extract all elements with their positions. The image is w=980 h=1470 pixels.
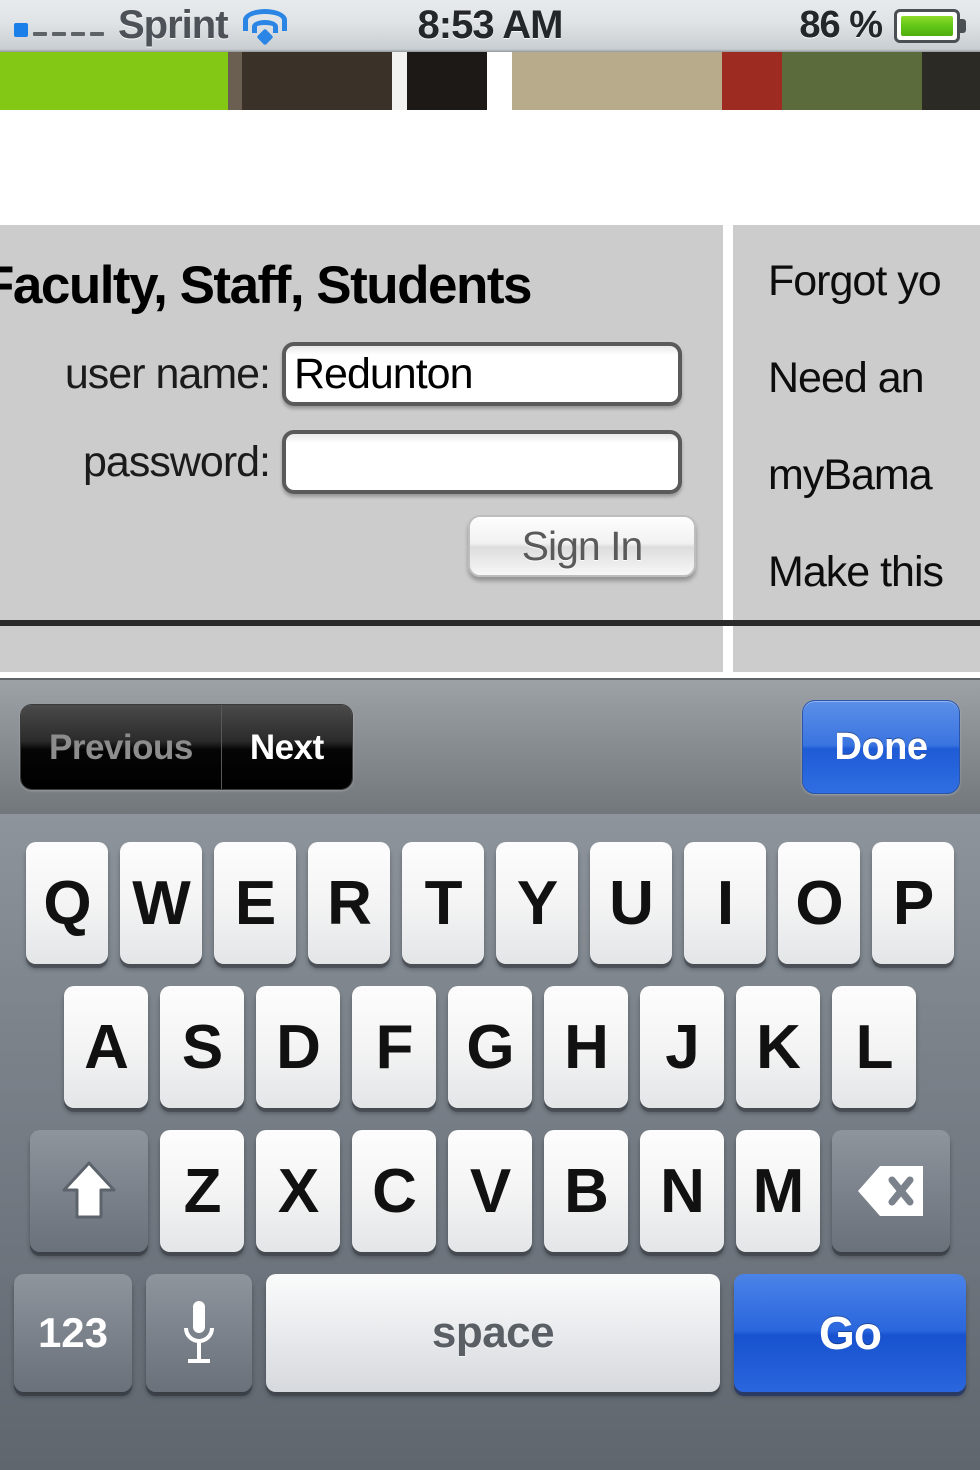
username-input[interactable]: Redunton — [282, 342, 682, 406]
go-key[interactable]: Go — [734, 1274, 966, 1392]
key-v[interactable]: V — [448, 1130, 532, 1252]
keyboard-row-4: 123 space Go — [0, 1274, 980, 1392]
banner-image-strip — [0, 52, 980, 110]
key-e[interactable]: E — [214, 842, 296, 964]
key-g[interactable]: G — [448, 986, 532, 1108]
keyboard-accessory-bar: Previous Next Done — [0, 678, 980, 814]
form-navigation-group: Previous Next — [20, 704, 353, 790]
key-y[interactable]: Y — [496, 842, 578, 964]
key-a[interactable]: A — [64, 986, 148, 1108]
battery-icon — [894, 9, 966, 43]
banner-photo-gap — [487, 52, 512, 110]
banner-photo-white — [392, 52, 407, 110]
keyboard-row-2: ASDFGHJKL — [0, 986, 980, 1108]
key-i[interactable]: I — [684, 842, 766, 964]
numbers-key[interactable]: 123 — [14, 1274, 132, 1392]
banner-green-block — [0, 52, 228, 110]
web-content-area[interactable]: Faculty, Staff, Students user name: Redu… — [0, 52, 980, 672]
web-content-bottom-border — [0, 620, 980, 626]
key-w[interactable]: W — [120, 842, 202, 964]
previous-field-button[interactable]: Previous — [21, 705, 221, 790]
letter-keys-row-3: ZXCVBNM — [160, 1130, 820, 1252]
key-k[interactable]: K — [736, 986, 820, 1108]
username-label: user name: — [0, 350, 282, 399]
key-o[interactable]: O — [778, 842, 860, 964]
space-key[interactable]: space — [266, 1274, 720, 1392]
key-h[interactable]: H — [544, 986, 628, 1108]
microphone-icon — [181, 1297, 217, 1369]
banner-photo-glasses — [242, 52, 392, 110]
banner-photo-red — [722, 52, 782, 110]
keyboard-row-1: QWERTYUIOP — [0, 842, 980, 964]
key-t[interactable]: T — [402, 842, 484, 964]
done-button[interactable]: Done — [802, 700, 960, 794]
banner-photo-desk — [228, 52, 242, 110]
shift-key[interactable] — [30, 1130, 148, 1252]
key-c[interactable]: C — [352, 1130, 436, 1252]
status-bar-right: 86 % — [799, 4, 966, 47]
onscreen-keyboard: QWERTYUIOP ASDFGHJKL ZXCVBNM 123 — [0, 814, 980, 1470]
backspace-key[interactable] — [832, 1130, 950, 1252]
link-need-account[interactable]: Need an — [768, 354, 980, 403]
key-d[interactable]: D — [256, 986, 340, 1108]
keyboard-row-3: ZXCVBNM — [0, 1130, 980, 1252]
backspace-icon — [856, 1163, 926, 1219]
key-l[interactable]: L — [832, 986, 916, 1108]
next-field-button[interactable]: Next — [222, 705, 352, 790]
link-make-this[interactable]: Make this — [768, 548, 980, 597]
help-links-panel: Forgot yo Need an myBama Make this — [733, 225, 980, 672]
banner-photo-green — [782, 52, 922, 110]
key-p[interactable]: P — [872, 842, 954, 964]
battery-percent-label: 86 % — [799, 4, 882, 47]
signin-button[interactable]: Sign In — [468, 515, 696, 577]
banner-photo-wall — [407, 52, 487, 110]
key-x[interactable]: X — [256, 1130, 340, 1252]
key-b[interactable]: B — [544, 1130, 628, 1252]
login-panel: Faculty, Staff, Students user name: Redu… — [0, 225, 723, 672]
key-r[interactable]: R — [308, 842, 390, 964]
banner-photo-tan — [512, 52, 722, 110]
dictation-key[interactable] — [146, 1274, 252, 1392]
signin-row: Sign In — [0, 515, 700, 577]
key-z[interactable]: Z — [160, 1130, 244, 1252]
panel-divider — [723, 225, 733, 672]
key-q[interactable]: Q — [26, 842, 108, 964]
key-n[interactable]: N — [640, 1130, 724, 1252]
key-s[interactable]: S — [160, 986, 244, 1108]
key-m[interactable]: M — [736, 1130, 820, 1252]
page-whitespace — [0, 110, 980, 225]
password-label: password: — [0, 438, 282, 487]
link-mybama[interactable]: myBama — [768, 451, 980, 500]
key-f[interactable]: F — [352, 986, 436, 1108]
key-j[interactable]: J — [640, 986, 724, 1108]
password-input[interactable] — [282, 430, 682, 494]
status-bar: Sprint 8:53 AM 86 % — [0, 0, 980, 52]
banner-photo-dark — [922, 52, 980, 110]
password-row: password: — [0, 430, 700, 494]
iphone-screen: Sprint 8:53 AM 86 % Faculty, Staff, Stud… — [0, 0, 980, 1470]
key-u[interactable]: U — [590, 842, 672, 964]
username-row: user name: Redunton — [0, 342, 700, 406]
link-forgot-password[interactable]: Forgot yo — [768, 257, 980, 306]
login-heading: Faculty, Staff, Students — [0, 255, 531, 316]
page-panels: Faculty, Staff, Students user name: Redu… — [0, 225, 980, 672]
shift-arrow-icon — [61, 1160, 117, 1222]
